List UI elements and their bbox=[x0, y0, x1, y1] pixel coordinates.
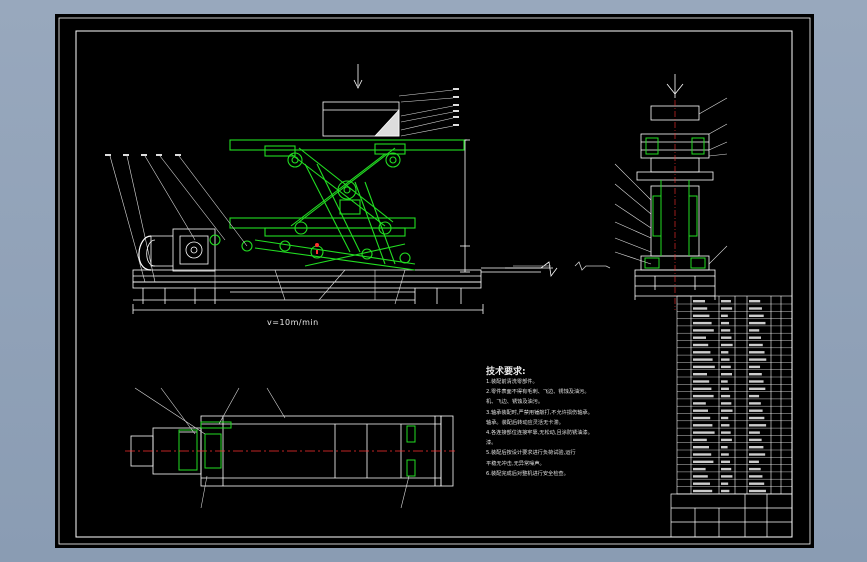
leader-lines bbox=[109, 89, 454, 305]
cad-drawing bbox=[58, 17, 811, 545]
title-block bbox=[670, 493, 793, 538]
scissor-mechanism bbox=[209, 139, 465, 271]
inner-border bbox=[75, 30, 793, 538]
outer-border bbox=[58, 17, 811, 545]
tech-note-line: 3.轴承装配时,严禁用锤敲打,不允许损伤轴承。 bbox=[486, 409, 593, 416]
drawing-sheet: v=10m/min 技术要求: 1.装配前清洗零部件。 2.零件表面不得有毛刺、飞… bbox=[55, 14, 814, 548]
tech-note-line: 机、飞边、锈蚀及油污。 bbox=[486, 399, 544, 406]
tech-note-line: 2.零件表面不得有毛刺、飞边、锈蚀及油污。 bbox=[486, 389, 590, 396]
tech-note-line: 4.各连接部位连接牢靠,无松动,且涂防锈油漆。 bbox=[486, 430, 593, 436]
tech-note-line: 漆。 bbox=[486, 440, 497, 447]
tech-note-line: 平稳无冲击,无异常噪声。 bbox=[486, 460, 545, 467]
tech-note-line: 5.装配后按设计要求进行负荷试验,运行 bbox=[486, 450, 576, 457]
tech-requirements-title: 技术要求: bbox=[486, 367, 526, 377]
tech-note-line: 轴承。装配后转动应灵活无卡滞。 bbox=[486, 419, 564, 426]
title-block-marks bbox=[693, 300, 767, 493]
tech-note-line: 1.装配前清洗零部件。 bbox=[486, 379, 538, 385]
tech-note-line: 6.装配完成后对整机进行安全检查。 bbox=[486, 470, 569, 477]
top-view-mechanism bbox=[178, 421, 416, 477]
front-view bbox=[132, 64, 611, 314]
parts-list-rows bbox=[677, 303, 792, 494]
speed-label: v=10m/min bbox=[267, 318, 319, 327]
